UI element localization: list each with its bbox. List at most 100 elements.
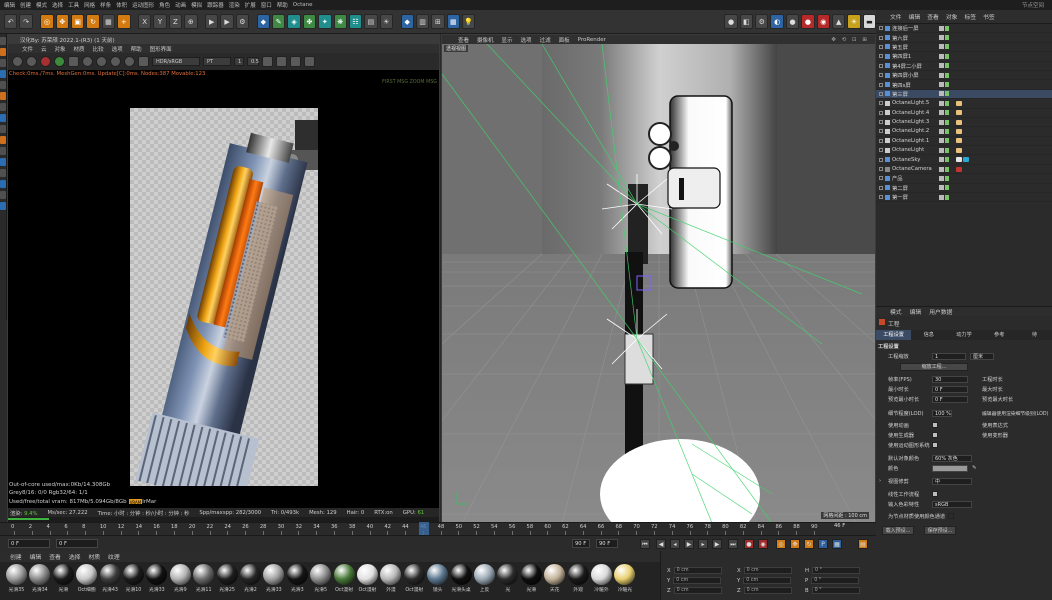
menu-item[interactable]: 体积 — [116, 1, 127, 9]
tweak-mode-icon[interactable] — [0, 125, 6, 133]
om-menu-item[interactable]: 标签 — [964, 12, 976, 21]
deformer-icon[interactable]: ✦ — [318, 14, 332, 29]
grid-icon[interactable]: ▥ — [415, 14, 430, 29]
expand-icon[interactable] — [879, 129, 883, 134]
material-swatch[interactable] — [76, 564, 98, 585]
menu-item[interactable]: 渲染 — [229, 1, 240, 9]
object-row[interactable]: 第4屏二小屏 — [876, 62, 1052, 71]
material-swatch[interactable] — [286, 564, 308, 585]
view-clip-select[interactable]: 中 — [932, 478, 972, 485]
visibility-toggle[interactable] — [939, 53, 944, 59]
enable-check-icon[interactable] — [945, 166, 949, 172]
world-coord-icon[interactable]: ⊕ — [184, 14, 198, 29]
goto-start-icon[interactable]: ⏮ — [640, 539, 650, 549]
misc-icon[interactable] — [0, 191, 6, 199]
viewport-menu-item[interactable]: 过滤 — [540, 36, 551, 44]
octane-material-icon[interactable]: ● — [785, 14, 800, 29]
visibility-toggle[interactable] — [939, 110, 944, 116]
expand-icon[interactable] — [879, 110, 883, 115]
field-icon[interactable]: ❋ — [333, 14, 347, 29]
enable-check-icon[interactable] — [945, 128, 949, 134]
key-selection-icon[interactable]: ◎ — [776, 539, 786, 549]
light-tag-icon[interactable] — [956, 100, 962, 106]
viewer-menu-item[interactable]: 对象 — [55, 45, 66, 53]
object-row[interactable]: OctaneLight.1 — [876, 137, 1052, 147]
timeline-ruler[interactable]: 0 2 4 6 8 10 12 14 16 18 20 22 24 26 28 30 32 34 36 38 40 42 4… — [0, 522, 876, 535]
om-menu-item[interactable]: 编辑 — [909, 12, 921, 21]
attr-menu-item[interactable]: 编辑 — [910, 307, 922, 316]
pause-icon[interactable] — [54, 56, 65, 67]
size-y-field[interactable]: 0 cm — [743, 577, 792, 584]
object-row[interactable]: OctaneSky — [876, 155, 1052, 165]
enable-check-icon[interactable] — [945, 100, 949, 106]
bulb-icon[interactable]: 💡 — [462, 14, 476, 29]
compare-icon[interactable] — [290, 56, 301, 67]
material-menu-item[interactable]: 纹理 — [108, 552, 120, 561]
fps-field[interactable]: 30 — [932, 376, 968, 383]
use-gen-checkbox[interactable] — [932, 432, 938, 438]
subdivision-icon[interactable]: ◈ — [287, 14, 301, 29]
material-swatch[interactable] — [357, 564, 378, 585]
cube-icon[interactable]: ◆ — [256, 14, 270, 29]
axis-mode-icon[interactable] — [0, 92, 6, 100]
expand-icon[interactable] — [879, 157, 883, 162]
attr-menu-item[interactable]: 模式 — [890, 307, 902, 316]
menu-item[interactable]: 模拟 — [191, 1, 202, 9]
viewport-menu-item[interactable]: 显示 — [502, 36, 513, 44]
viewport-menu-item[interactable]: 面板 — [559, 36, 570, 44]
next-key-icon[interactable]: ▶ — [712, 539, 722, 549]
object-row[interactable]: OctaneLight.4 — [876, 109, 1052, 118]
expand-icon[interactable] — [879, 101, 883, 106]
material-swatch[interactable] — [427, 564, 449, 585]
material-swatch[interactable] — [591, 564, 612, 585]
enable-check-icon[interactable] — [945, 35, 949, 41]
viewer-menu-item[interactable]: 云 — [41, 45, 47, 53]
size-z-field[interactable]: 0 cm — [743, 587, 792, 594]
om-menu-item[interactable]: 查看 — [927, 12, 939, 21]
viewport-scene[interactable] — [442, 44, 875, 523]
viewer-menu-item[interactable]: 比较 — [93, 45, 104, 53]
object-row[interactable]: 第一屏 — [876, 193, 1052, 203]
axis-x-icon[interactable]: X — [138, 14, 152, 29]
region-icon[interactable] — [82, 56, 93, 67]
expand-icon[interactable] — [879, 176, 883, 181]
material-swatch[interactable] — [99, 564, 121, 585]
camera-tag-icon[interactable] — [956, 166, 962, 172]
perspective-viewport[interactable]: 查看 摄像机 显示 选项 过滤 面板 ProRender ✥ ⟲ ⊡ ⊞ 透视视… — [441, 34, 876, 523]
scene-icon[interactable]: ☷ — [348, 14, 363, 29]
material-menu-item[interactable]: 创建 — [10, 552, 22, 561]
material-swatch[interactable] — [169, 564, 191, 585]
view-clip-arrow-icon[interactable]: › — [879, 478, 881, 484]
light-tag-icon[interactable] — [956, 119, 962, 125]
material-swatch[interactable] — [29, 564, 51, 585]
enable-check-icon[interactable] — [945, 91, 949, 97]
refresh-icon[interactable] — [12, 56, 23, 67]
undo-icon[interactable]: ↶ — [4, 14, 18, 29]
scale-unit-select[interactable]: 厘米 — [970, 353, 994, 360]
stop-icon[interactable] — [40, 56, 51, 67]
viewer-menu-item[interactable]: 材质 — [74, 45, 85, 53]
pos-x-field[interactable]: 0 cm — [673, 567, 722, 574]
light-tag-icon[interactable] — [956, 138, 962, 144]
playhead[interactable] — [418, 522, 429, 535]
clay-icon[interactable] — [138, 56, 149, 67]
visibility-toggle[interactable] — [939, 100, 944, 106]
menu-item[interactable]: 窗口 — [261, 1, 272, 9]
light-tag-icon[interactable] — [956, 110, 962, 116]
menu-item[interactable]: 创建 — [20, 1, 31, 9]
object-row[interactable]: 连接后一屏 — [876, 24, 1052, 34]
pos-z-field[interactable]: 0 cm — [673, 587, 722, 594]
misc2-icon[interactable] — [0, 202, 6, 210]
default-color-select[interactable]: 60% 灰色 — [932, 455, 972, 462]
octane-sphere-icon[interactable]: ● — [724, 14, 738, 29]
menu-item[interactable]: 工具 — [68, 1, 79, 9]
rotate-tool-icon[interactable]: ↻ — [86, 14, 100, 29]
visibility-toggle[interactable] — [939, 138, 944, 144]
material-menu-item[interactable]: 材质 — [88, 552, 100, 561]
enable-check-icon[interactable] — [945, 82, 949, 88]
expand-icon[interactable] — [879, 148, 883, 153]
visibility-toggle[interactable] — [939, 63, 944, 69]
enable-check-icon[interactable] — [945, 185, 949, 191]
scale-project-button[interactable]: 缩放工程... — [900, 363, 968, 371]
pick-object-icon[interactable] — [124, 56, 135, 67]
